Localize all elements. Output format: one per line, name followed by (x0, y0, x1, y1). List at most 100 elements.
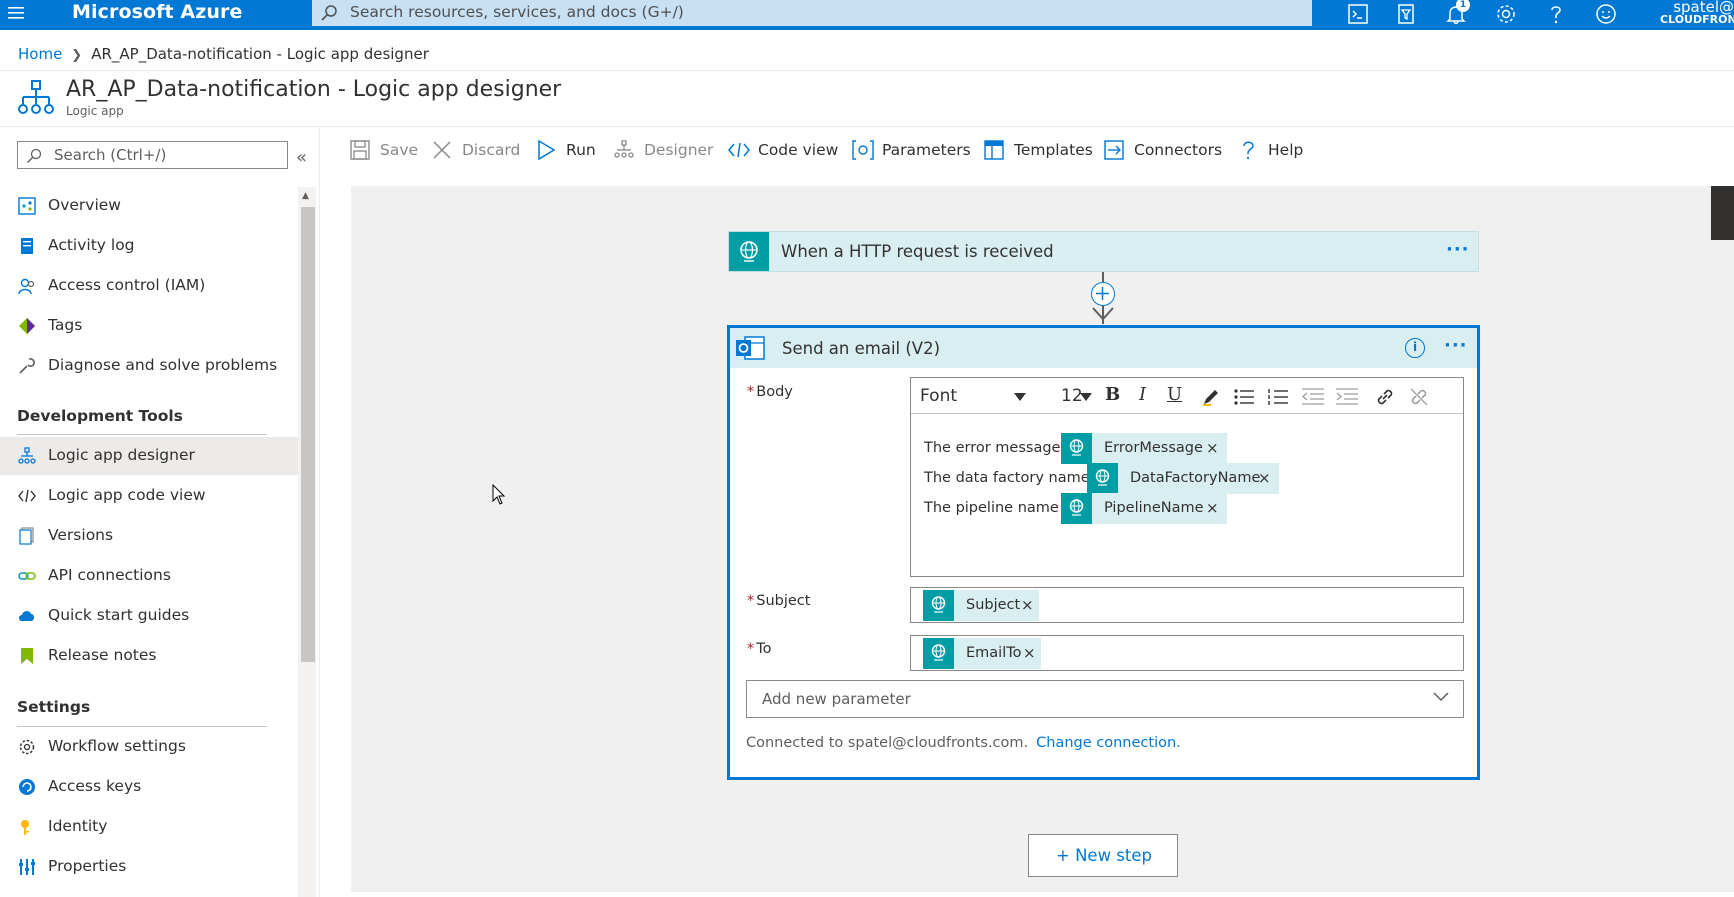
top-bar: Microsoft Azure Search resources, servic… (0, 0, 1734, 30)
decrease-indent-icon[interactable] (1301, 387, 1325, 407)
sidebar-item-workflow-settings[interactable]: Workflow settings (0, 728, 298, 766)
italic-icon[interactable]: I (1139, 384, 1146, 405)
sidebar-item-logic-app-designer[interactable]: Logic app designer (0, 437, 298, 475)
sidebar-search-input[interactable]: Search (Ctrl+/) (17, 141, 288, 169)
numbered-list-icon[interactable] (1267, 387, 1289, 407)
properties-icon (19, 859, 35, 875)
user-account[interactable]: spatel@ CLOUDFRON (1660, 0, 1734, 26)
cloud-icon (19, 611, 34, 621)
templates-icon (984, 140, 1004, 160)
subject-label: * Subject (747, 593, 810, 609)
chevron-down-icon[interactable] (1080, 393, 1092, 401)
http-request-icon (1087, 463, 1118, 494)
header-divider (0, 70, 1734, 71)
sidebar-item-properties[interactable]: Properties (0, 848, 298, 886)
code-icon (18, 489, 36, 503)
scroll-up-arrow-icon[interactable]: ▲ (302, 191, 309, 201)
remove-link-icon[interactable] (1409, 387, 1429, 407)
to-field[interactable]: EmailTo × (910, 635, 1464, 671)
breadcrumb-home-link[interactable]: Home (18, 45, 62, 63)
sidebar-item-versions[interactable]: Versions (0, 517, 298, 555)
sidebar-item-identity[interactable]: Identity (0, 808, 298, 846)
help-icon[interactable] (1544, 2, 1568, 26)
bold-icon[interactable]: B (1105, 384, 1120, 405)
sidebar-item-label: API connections (48, 566, 171, 584)
trigger-more-options-icon[interactable]: ··· (1446, 239, 1470, 260)
remove-token-icon[interactable]: × (1258, 469, 1271, 487)
designer-icon (18, 447, 36, 464)
collapse-sidebar-button[interactable]: « (296, 147, 307, 168)
body-line-error: The error message : (924, 440, 1070, 456)
dynamic-content-token[interactable]: ErrorMessage × (1061, 433, 1227, 464)
brand-name[interactable]: Microsoft Azure (72, 1, 242, 23)
bulleted-list-icon[interactable] (1233, 387, 1255, 407)
hamburger-menu-icon[interactable] (6, 2, 28, 24)
help-icon (1243, 141, 1254, 160)
directory-filter-icon[interactable] (1394, 2, 1418, 26)
insert-link-icon[interactable] (1375, 387, 1395, 407)
required-marker: * (747, 384, 755, 400)
http-request-icon (729, 232, 769, 271)
sidebar-item-activity-log[interactable]: Activity log (0, 227, 298, 265)
dynamic-content-token[interactable]: PipelineName × (1061, 493, 1227, 524)
remove-token-icon[interactable]: × (1023, 644, 1036, 662)
search-icon (321, 5, 337, 21)
sidebar-item-access-keys[interactable]: Access keys (0, 768, 298, 806)
subject-field[interactable]: Subject × (910, 587, 1464, 623)
action-header[interactable]: Send an email (V2) i ··· (730, 328, 1477, 368)
send-email-action-card[interactable]: Send an email (V2) i ··· * Body Font 12 B… (727, 325, 1480, 780)
chevron-down-icon[interactable] (1014, 393, 1026, 401)
remove-token-icon[interactable]: × (1206, 499, 1219, 517)
underline-icon[interactable]: U (1167, 384, 1182, 405)
overview-icon (18, 197, 36, 215)
sidebar-item-label: Diagnose and solve problems (48, 356, 278, 374)
font-family-select[interactable]: Font (920, 386, 957, 406)
connected-text: Connected to spatel@cloudfronts.com. (746, 735, 1029, 751)
http-request-icon (923, 590, 954, 621)
change-connection-link[interactable]: Change connection. (1036, 735, 1181, 751)
mouse-cursor-icon (492, 484, 506, 505)
settings-gear-icon[interactable] (1494, 2, 1518, 26)
remove-token-icon[interactable]: × (1206, 439, 1219, 457)
sidebar-item-quick-start[interactable]: Quick start guides (0, 597, 298, 635)
highlight-pen-icon[interactable] (1201, 387, 1221, 407)
insert-step-button[interactable] (1091, 282, 1115, 306)
sidebar-item-label: Logic app designer (48, 446, 195, 464)
dynamic-content-token[interactable]: DataFactoryName × (1087, 463, 1279, 494)
sidebar-item-overview[interactable]: Overview (0, 187, 298, 225)
sidebar-item-code-view[interactable]: Logic app code view (0, 477, 298, 515)
parameters-label: Parameters (882, 141, 971, 159)
sidebar-item-diagnose[interactable]: Diagnose and solve problems (0, 347, 298, 385)
dynamic-content-token[interactable]: Subject × (923, 590, 1039, 621)
sidebar-item-access-control[interactable]: Access control (IAM) (0, 267, 298, 305)
notifications-button[interactable]: 1 (1444, 0, 1470, 26)
new-step-label: + New step (1056, 846, 1152, 865)
action-more-options-icon[interactable]: ··· (1444, 335, 1468, 356)
info-icon[interactable]: i (1405, 338, 1425, 358)
sidebar-item-tags[interactable]: Tags (0, 307, 298, 345)
sidebar-scroll-thumb[interactable] (301, 207, 315, 662)
save-label: Save (380, 141, 419, 159)
global-search-placeholder: Search resources, services, and docs (G+… (350, 3, 684, 21)
remove-token-icon[interactable]: × (1021, 596, 1034, 614)
sidebar-item-label: Logic app code view (48, 486, 206, 504)
sidebar-item-api-connections[interactable]: API connections (0, 557, 298, 595)
sidebar-item-label: Overview (48, 196, 121, 214)
to-label-text: To (756, 641, 772, 657)
section-divider (17, 434, 267, 435)
new-step-button[interactable]: + New step (1028, 834, 1178, 877)
sidebar-item-release-notes[interactable]: Release notes (0, 637, 298, 675)
flow-arrow-down-icon (1092, 307, 1114, 321)
cloud-shell-icon[interactable] (1346, 2, 1370, 26)
add-new-parameter-dropdown[interactable]: Add new parameter (746, 680, 1464, 718)
side-panel-toggle[interactable] (1711, 186, 1734, 240)
trigger-card[interactable]: When a HTTP request is received ··· (728, 231, 1479, 272)
feedback-smiley-icon[interactable] (1594, 2, 1618, 26)
dynamic-content-token[interactable]: EmailTo × (923, 638, 1041, 669)
increase-indent-icon[interactable] (1335, 387, 1359, 407)
gear-icon (19, 739, 35, 755)
body-rich-text-editor[interactable]: Font 12 B I U The error message : ErrorM… (910, 377, 1464, 577)
sidebar-item-label: Properties (48, 857, 127, 875)
global-search-input[interactable]: Search resources, services, and docs (G+… (312, 0, 1312, 26)
plus-icon (1096, 287, 1109, 300)
